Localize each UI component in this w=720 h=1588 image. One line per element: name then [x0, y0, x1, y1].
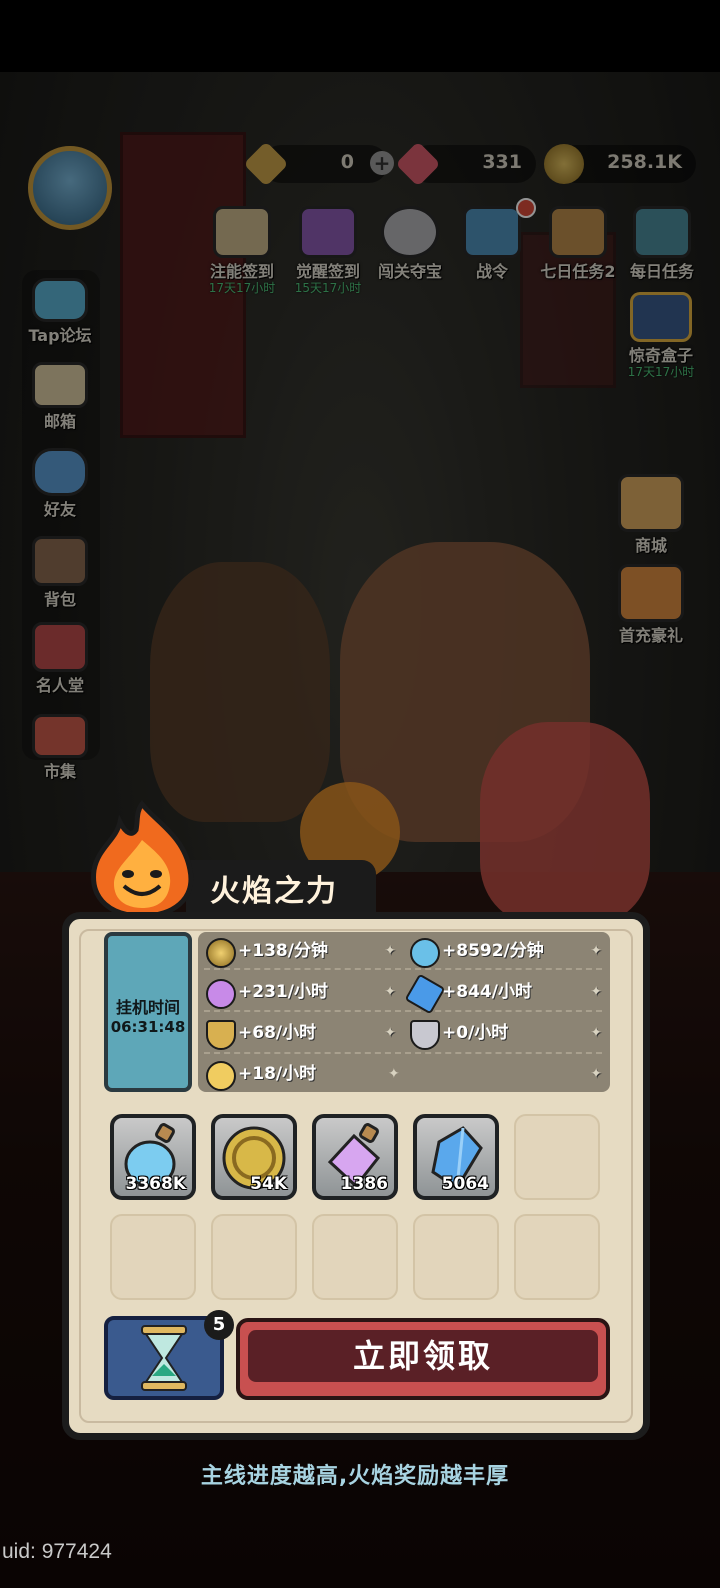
claim-now-button[interactable]: 立即领取	[236, 1318, 610, 1400]
rate-item: +231/小时 ✦	[198, 975, 402, 1009]
reward-slot[interactable]: 5064	[413, 1114, 499, 1200]
idle-time-label: 挂机时间	[115, 998, 180, 1017]
empty-slot	[413, 1214, 499, 1300]
empty-slot	[312, 1214, 398, 1300]
status-bar	[0, 0, 720, 72]
rates-table: +138/分钟 ✦ +8592/分钟 ✦ +231/小时 ✦ +844/小时 ✦…	[198, 932, 610, 1092]
crystal-icon	[404, 973, 446, 1015]
coin-icon	[206, 938, 236, 968]
divider	[204, 968, 602, 970]
empty-slot	[514, 1214, 600, 1300]
silver-goblet-icon	[410, 1020, 440, 1050]
panel-title: 火焰之力	[210, 874, 338, 909]
reward-quantity: 3368K	[125, 1174, 187, 1194]
rate-item: +18/小时 ✦	[198, 1057, 608, 1091]
idle-time-value: 06:31:48	[110, 1018, 186, 1036]
reward-quantity: 1386	[340, 1174, 388, 1194]
rate-item: +138/分钟 ✦	[198, 934, 402, 968]
reward-slot[interactable]: 1386	[312, 1114, 398, 1200]
rate-text: +844/小时	[442, 982, 532, 1002]
rate-item: +0/小时 ✦	[402, 1016, 608, 1050]
rate-item: +844/小时 ✦	[402, 973, 608, 1015]
rate-text: +18/小时	[238, 1064, 317, 1084]
sparkle-icon: ✦	[590, 1025, 602, 1041]
rate-text: +138/分钟	[238, 941, 328, 961]
reward-slot[interactable]: 54K	[211, 1114, 297, 1200]
reward-slot[interactable]: 3368K	[110, 1114, 196, 1200]
purple-potion-icon	[206, 979, 236, 1009]
hourglass-count-badge: 5	[204, 1310, 234, 1340]
rate-text: +0/小时	[442, 1023, 509, 1043]
empty-slot	[514, 1114, 600, 1200]
rate-item: +68/小时 ✦	[198, 1016, 402, 1050]
sparkle-icon: ✦	[590, 984, 602, 1000]
panel-hint-text: 主线进度越高,火焰奖励越丰厚	[200, 1464, 510, 1489]
user-id: uid: 977424	[2, 1540, 112, 1563]
sparkle-icon: ✦	[384, 984, 396, 1000]
divider	[204, 1052, 602, 1054]
divider	[204, 1010, 602, 1012]
empty-slot	[211, 1214, 297, 1300]
sparkle-icon: ✦	[384, 943, 396, 959]
empty-slot	[110, 1214, 196, 1300]
flame-mascot-icon	[91, 800, 194, 918]
idle-time-box: 挂机时间 06:31:48	[104, 932, 192, 1092]
reward-quantity: 5064	[441, 1174, 489, 1194]
reward-quantity: 54K	[250, 1174, 287, 1194]
hourglass-icon	[141, 1325, 187, 1391]
rate-text: +231/小时	[238, 982, 328, 1002]
sparkle-icon: ✦	[590, 1066, 602, 1082]
heart-icon	[206, 1061, 236, 1091]
rate-text: +68/小时	[238, 1023, 317, 1043]
goblet-icon	[206, 1020, 236, 1050]
claim-button-label: 立即领取	[248, 1330, 598, 1382]
blue-potion-icon	[410, 938, 440, 968]
sparkle-icon: ✦	[388, 1066, 400, 1082]
sparkle-icon: ✦	[590, 943, 602, 959]
sparkle-icon: ✦	[384, 1025, 396, 1041]
rate-text: +8592/分钟	[442, 941, 544, 961]
rate-item: +8592/分钟 ✦	[402, 934, 608, 968]
